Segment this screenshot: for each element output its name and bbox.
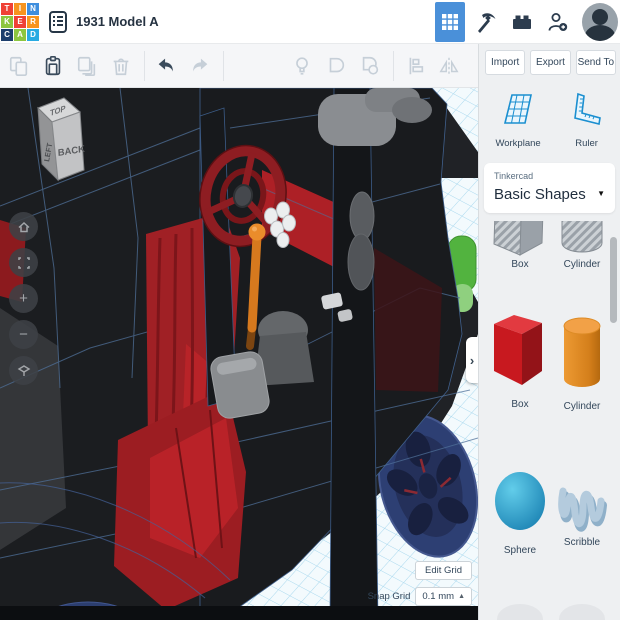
- shapes-gallery: Box Cylinder Box Cylinder Sphere Scribbl…: [479, 221, 620, 620]
- snap-grid-value: 0.1 mm: [422, 591, 455, 602]
- header: T I N K E R C A D 1931 Model A: [0, 0, 620, 44]
- door-handle-gray: [347, 191, 375, 291]
- toolbar: [0, 44, 478, 88]
- panel-actions: Import Export Send To: [479, 44, 620, 81]
- shape-label: Cylinder: [563, 401, 601, 412]
- snap-grid-label: Snap Grid: [367, 591, 411, 602]
- shape-label: Sphere: [503, 545, 537, 556]
- design-title[interactable]: 1931 Model A: [76, 14, 159, 29]
- shape-label: Scribble: [563, 537, 601, 548]
- hole-box-thumb: [493, 221, 544, 256]
- zoom-in-button[interactable]: +: [9, 284, 38, 313]
- fit-view-button[interactable]: [9, 248, 38, 277]
- shape-cylinder-hole[interactable]: Cylinder: [551, 221, 613, 270]
- duplicate-icon[interactable]: [74, 52, 100, 80]
- show-all-icon[interactable]: [289, 52, 315, 80]
- workplane-label: Workplane: [495, 138, 541, 149]
- edit-grid-button[interactable]: Edit Grid: [415, 561, 472, 580]
- shape-scribble[interactable]: Scribble: [551, 479, 613, 548]
- ungroup-icon[interactable]: [357, 52, 383, 80]
- group-icon[interactable]: [323, 52, 349, 80]
- brick-export-icon[interactable]: [507, 3, 537, 41]
- hole-cylinder-thumb: [561, 221, 603, 253]
- chevron-right-icon: ›: [469, 352, 475, 368]
- tinkercad-app: T I N K E R C A D 1931 Model A TOP BACK …: [0, 0, 620, 620]
- toolbar-right-group: [289, 50, 470, 81]
- scrollbar-thumb[interactable]: [610, 237, 617, 323]
- blocks-editor-button[interactable]: [435, 1, 465, 42]
- ruler-icon: [570, 91, 604, 132]
- car-hood-edge: [0, 606, 478, 620]
- redo-icon[interactable]: [187, 52, 213, 80]
- copy-icon[interactable]: [6, 52, 32, 80]
- toolbar-separator: [223, 50, 224, 81]
- shape-sphere[interactable]: Sphere: [489, 469, 551, 556]
- shape-cylinder-solid[interactable]: Cylinder: [551, 315, 613, 412]
- minecraft-export-icon[interactable]: [471, 3, 501, 41]
- sphere-thumb: [495, 472, 545, 530]
- shape-box-hole[interactable]: Box: [489, 221, 551, 270]
- delete-icon[interactable]: [108, 52, 134, 80]
- main: TOP BACK LEFT + − › Edit Grid Snap Grid …: [0, 44, 620, 620]
- zoom-out-button[interactable]: −: [9, 320, 38, 349]
- panel-tools: Workplane Ruler: [479, 81, 620, 157]
- export-button[interactable]: Export: [530, 50, 571, 75]
- logo-tile: T: [1, 2, 13, 15]
- panel-collapse-handle[interactable]: ›: [466, 337, 478, 383]
- ruler-label: Ruler: [575, 138, 598, 149]
- editor-column: TOP BACK LEFT + − › Edit Grid Snap Grid …: [0, 44, 478, 620]
- toolbar-separator: [144, 50, 145, 81]
- header-actions: [432, 0, 620, 44]
- shape-box-solid[interactable]: Box: [489, 311, 551, 410]
- snap-grid-dropdown[interactable]: 0.1 mm ▲: [415, 587, 472, 606]
- tinkercad-logo[interactable]: T I N K E R C A D: [1, 2, 41, 43]
- mirror-icon[interactable]: [436, 52, 462, 80]
- send-to-button[interactable]: Send To: [575, 50, 616, 75]
- shape-label: Box: [511, 259, 529, 270]
- perspective-toggle-button[interactable]: [9, 356, 38, 385]
- scribble-thumb: [558, 487, 607, 532]
- shape-label: Cylinder: [563, 259, 601, 270]
- toolbar-separator: [393, 50, 394, 81]
- shapes-panel: Import Export Send To Workplane Ruler Ti…: [478, 44, 620, 620]
- pedal-box-gray: [210, 351, 270, 419]
- red-box-thumb: [494, 315, 542, 385]
- logo-tile: C: [1, 28, 13, 41]
- orange-cylinder-thumb: [563, 317, 601, 387]
- ruler-tool[interactable]: Ruler: [570, 91, 604, 149]
- next-shape-hint: [559, 604, 605, 620]
- shape-library-dropdown[interactable]: Tinkercad Basic Shapes ▼: [484, 163, 615, 213]
- snap-grid-row: Snap Grid 0.1 mm ▲: [368, 587, 472, 606]
- logo-tile: I: [14, 2, 26, 15]
- home-view-button[interactable]: [9, 212, 38, 241]
- view-cube[interactable]: TOP BACK LEFT: [14, 94, 90, 197]
- undo-icon[interactable]: [153, 52, 179, 80]
- scrollbar-track: [610, 231, 617, 610]
- workplane-tool[interactable]: Workplane: [495, 91, 541, 149]
- design-properties-icon[interactable]: [48, 10, 68, 33]
- collaborate-icon[interactable]: [543, 3, 573, 41]
- library-selected-category: Basic Shapes: [494, 186, 586, 203]
- align-icon[interactable]: [402, 52, 428, 80]
- shape-label: Box: [511, 399, 529, 410]
- frame-pillar-right: [329, 88, 379, 620]
- logo-tile: D: [27, 28, 39, 41]
- import-button[interactable]: Import: [485, 50, 526, 75]
- logo-tile: A: [14, 28, 26, 41]
- workplane-icon: [501, 91, 535, 132]
- grid-controls: Edit Grid Snap Grid 0.1 mm ▲: [368, 561, 472, 606]
- viewport-canvas[interactable]: TOP BACK LEFT + − › Edit Grid Snap Grid …: [0, 88, 478, 620]
- paste-icon[interactable]: [40, 52, 66, 80]
- library-brand-label: Tinkercad: [494, 171, 534, 181]
- caret-up-icon: ▲: [458, 593, 465, 600]
- logo-tile: N: [27, 2, 39, 15]
- caret-down-icon: ▼: [597, 189, 605, 198]
- avatar[interactable]: [582, 2, 618, 41]
- logo-tile: R: [27, 15, 39, 28]
- logo-tile: K: [1, 15, 13, 28]
- next-shape-hint: [497, 604, 543, 620]
- view-nav-controls: + −: [9, 212, 38, 392]
- avatar-silhouette: [592, 8, 608, 25]
- logo-tile: E: [14, 15, 26, 28]
